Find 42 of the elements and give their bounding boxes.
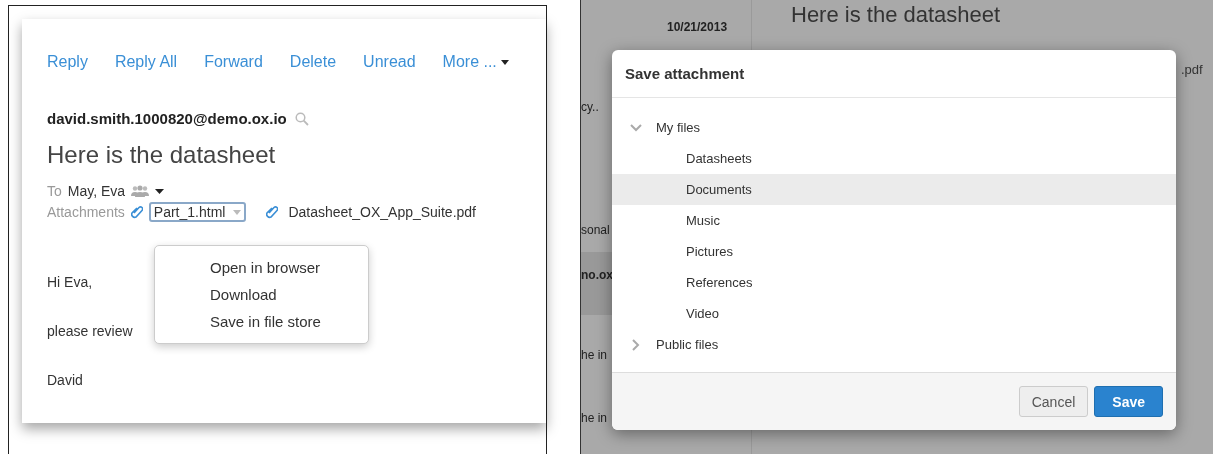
- save-button[interactable]: Save: [1094, 386, 1163, 417]
- to-label: To: [47, 183, 62, 199]
- list-text: sonal: [581, 223, 610, 237]
- mail-date: 10/21/2013: [667, 20, 728, 34]
- list-text: cy..: [581, 100, 599, 114]
- paperclip-icon: [266, 205, 279, 219]
- folder-item[interactable]: Documents: [612, 174, 1176, 205]
- folder-item[interactable]: Datasheets: [612, 143, 1176, 174]
- mail-subject: Here is the datasheet: [791, 2, 1001, 28]
- body-text: please review: [47, 323, 133, 339]
- body-text: David: [47, 372, 83, 388]
- search-icon[interactable]: [294, 111, 309, 126]
- paperclip-icon: [130, 205, 143, 219]
- list-text: he in: [581, 348, 608, 362]
- folder-item[interactable]: Public files: [612, 329, 1176, 360]
- body-text: Hi Eva,: [47, 274, 93, 290]
- attachment-link[interactable]: Part_1.html: [148, 202, 247, 222]
- toolbar-link[interactable]: Reply All: [114, 53, 178, 71]
- attachments-label: Attachments: [47, 204, 125, 220]
- recipient-name[interactable]: May, Eva: [67, 183, 126, 199]
- folder-item[interactable]: Pictures: [612, 236, 1176, 267]
- folder-item[interactable]: References: [612, 267, 1176, 298]
- people-icon[interactable]: [131, 185, 150, 197]
- list-text: no.ox: [581, 268, 613, 282]
- toolbar-link[interactable]: Reply: [47, 53, 88, 71]
- menu-item[interactable]: Open in browser: [155, 254, 368, 281]
- menu-item[interactable]: Save in file store: [155, 308, 368, 335]
- dialog-title: Save attachment: [612, 50, 1176, 98]
- menu-item[interactable]: Download: [155, 281, 368, 308]
- mail-subject: Here is the datasheet: [47, 141, 277, 169]
- toolbar-link[interactable]: Delete: [289, 53, 337, 71]
- toolbar-link[interactable]: More ...: [442, 53, 509, 71]
- folder-item[interactable]: My files: [612, 112, 1176, 143]
- sender-address[interactable]: david.smith.1000820@demo.ox.io: [47, 110, 287, 127]
- folder-item[interactable]: Music: [612, 205, 1176, 236]
- attachment-link[interactable]: Datasheet_OX_App_Suite.pdf: [284, 203, 480, 221]
- list-text: he in: [581, 411, 608, 425]
- caret-icon[interactable]: [155, 188, 165, 194]
- folder-item[interactable]: Video: [612, 298, 1176, 329]
- toolbar-link[interactable]: Unread: [363, 53, 416, 71]
- caret-icon[interactable]: [500, 59, 509, 65]
- cancel-button[interactable]: Cancel: [1018, 386, 1089, 417]
